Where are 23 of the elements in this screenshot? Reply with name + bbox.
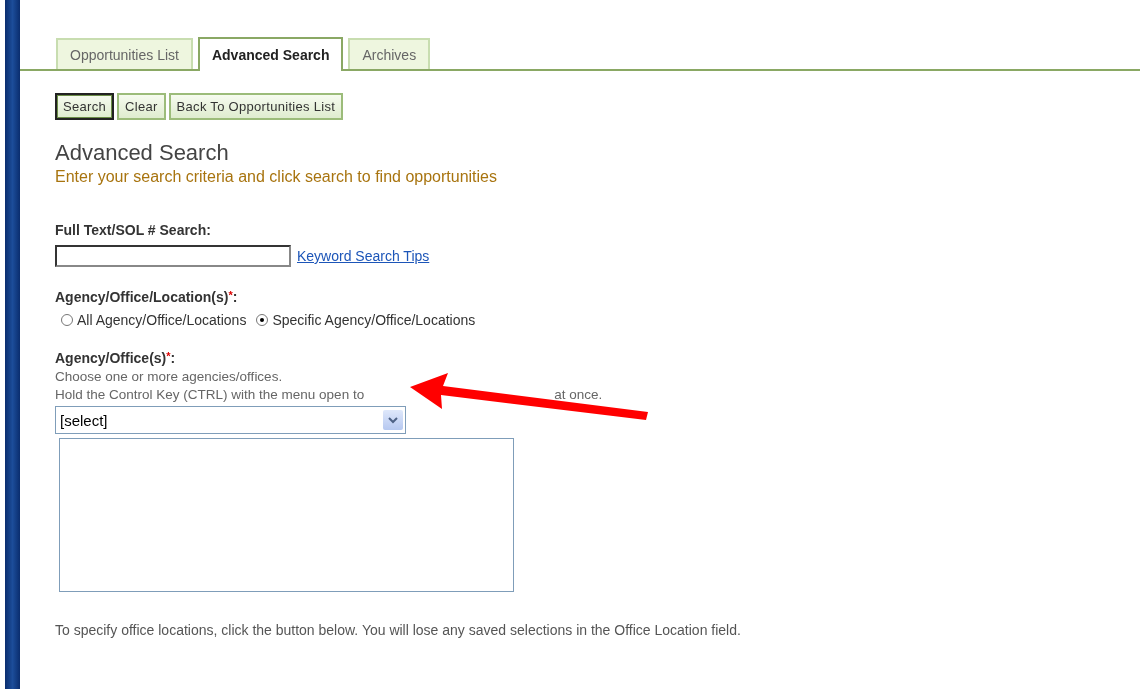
page-subheading: Enter your search criteria and click search to find opportunities	[55, 168, 498, 186]
radio-button[interactable]	[256, 314, 269, 326]
toolbar-button[interactable]: Search	[55, 93, 114, 120]
instruction-text: To specify office locations, click the button below. You will lose any saved selections in the Office Location field.	[55, 622, 742, 638]
field-label: Full Text/SOL # Search:	[55, 222, 212, 238]
keyword-tips-link[interactable]: Keyword Search Tips	[297, 248, 430, 264]
toolbar-button[interactable]: Clear	[117, 93, 166, 120]
field-label: Agency/Office(s)*:	[55, 350, 177, 366]
page-heading: Advanced Search	[55, 140, 230, 166]
radio-option[interactable]: All Agency/Office/Locations	[61, 312, 247, 328]
toolbar-button[interactable]: Back To Opportunities List	[168, 93, 344, 120]
dropdown-caret-icon	[383, 410, 403, 430]
hint-text: at once.	[554, 387, 603, 402]
tab[interactable]: Archives	[348, 38, 431, 69]
radio-button[interactable]	[61, 314, 73, 326]
hint-text: Hold the Control Key (CTRL) with the menu open to	[55, 387, 365, 402]
hint-text: Choose one or more agencies/offices.	[55, 369, 284, 384]
agency-dropdown[interactable]: [select]	[55, 406, 406, 434]
radio-option[interactable]: Specific Agency/Office/Locations	[256, 312, 476, 328]
search-field[interactable]	[55, 245, 291, 267]
tab[interactable]: Opportunities List	[56, 38, 193, 69]
tab[interactable]: Advanced Search	[197, 37, 344, 71]
field-label: Agency/Office/Location(s)*:	[55, 289, 239, 305]
